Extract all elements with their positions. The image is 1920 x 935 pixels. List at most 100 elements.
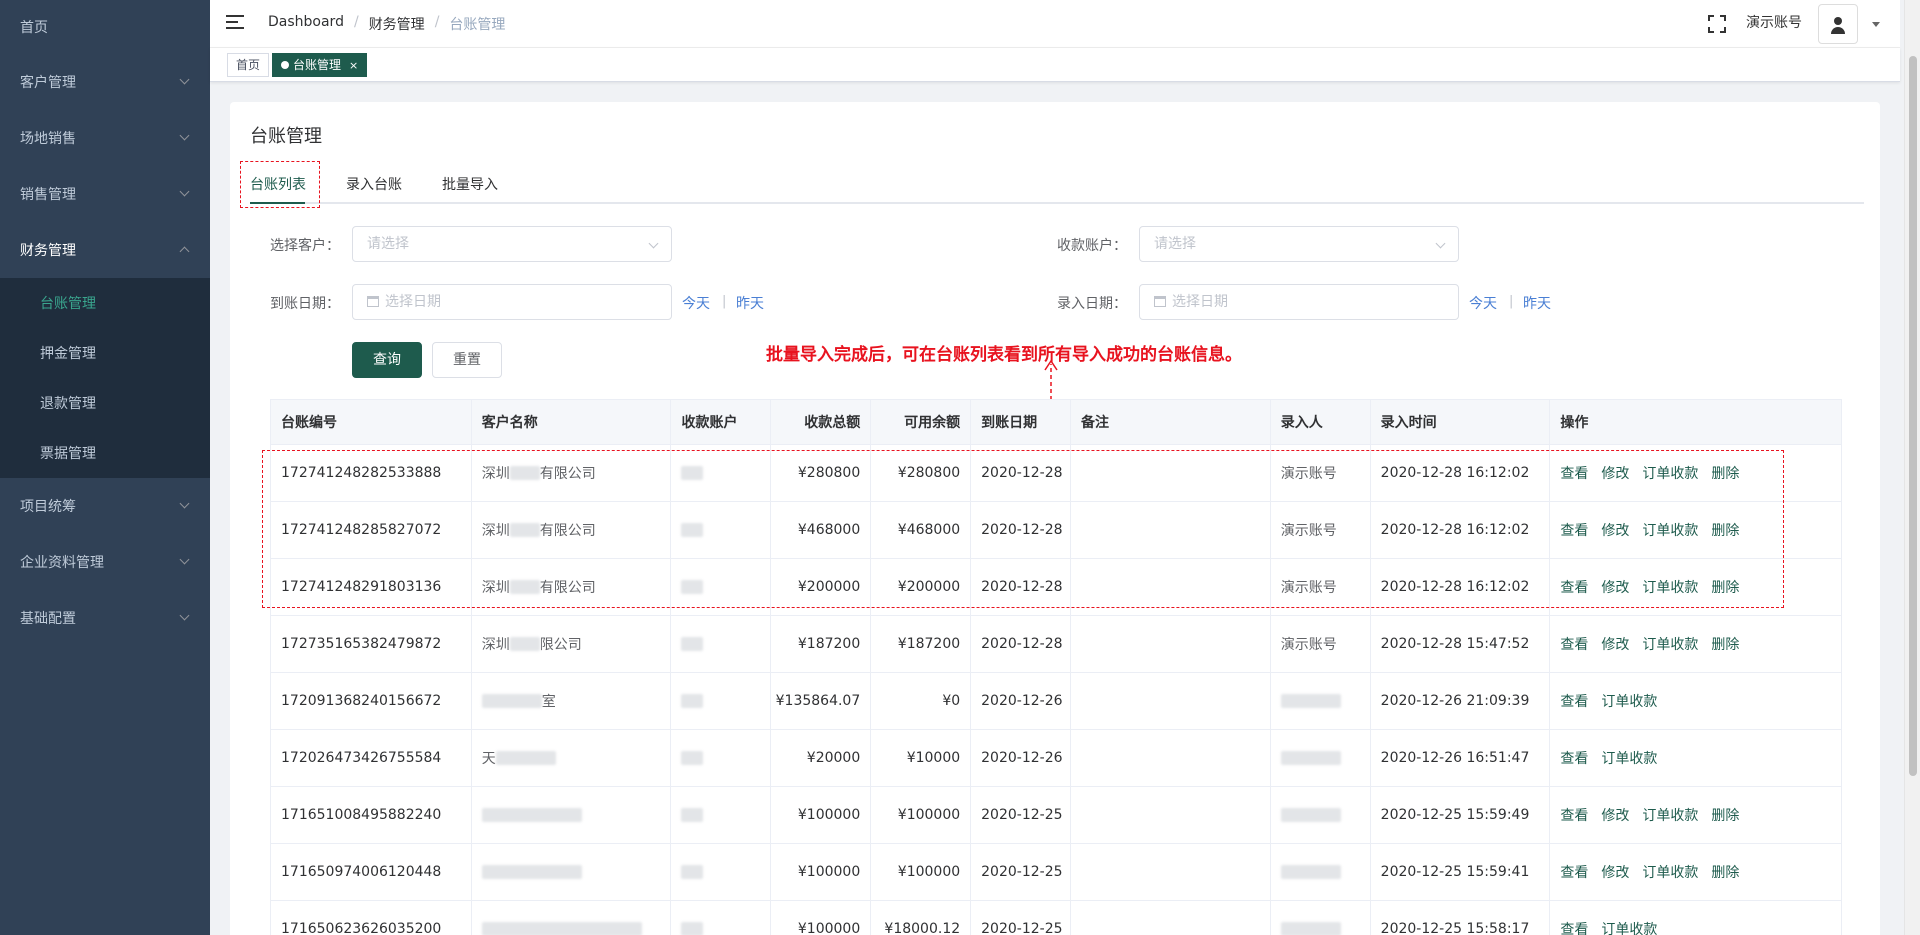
row-action-delete-link[interactable]: 删除: [1711, 805, 1739, 825]
col-header: 操作: [1560, 415, 1589, 431]
caret-down-icon[interactable]: [1872, 21, 1880, 27]
fullscreen-icon[interactable]: [1708, 15, 1726, 33]
row-action-view-link[interactable]: 查看: [1560, 805, 1588, 825]
entry-time-cell: 2020-12-26 16:51:47: [1371, 730, 1551, 786]
row-action-delete-link[interactable]: 删除: [1711, 634, 1739, 654]
entry-today-link[interactable]: 今天: [1469, 293, 1497, 313]
reset-button[interactable]: 重置: [432, 342, 502, 378]
row-action-view-link[interactable]: 查看: [1560, 634, 1588, 654]
tag-home[interactable]: 首页: [227, 53, 270, 77]
sidebar-item-home[interactable]: 首页: [0, 0, 210, 54]
active-dot-icon: [281, 61, 289, 69]
customer-name-cell: [472, 787, 672, 843]
redacted-text: [481, 922, 642, 935]
breadcrumb-finance: 财务管理: [368, 17, 425, 33]
col-header: 收款账户: [671, 400, 772, 444]
sidebar-item-label: 销售管理: [20, 187, 76, 203]
arrival-date-cell: 2020-12-26: [971, 730, 1072, 786]
entered-by-cell: [1271, 901, 1371, 935]
row-action-order-payment-link[interactable]: 订单收款: [1642, 805, 1698, 825]
row-action-delete-link[interactable]: 删除: [1711, 862, 1739, 882]
table-header: 台账编号 客户名称 收款账户 收款总额 可用余额 到账日期 备注 录入人 录入时…: [270, 399, 1842, 445]
account-cell: [671, 844, 772, 900]
hamburger-menu-icon[interactable]: [226, 15, 244, 31]
sidebar-item-projects[interactable]: 项目统筹: [0, 478, 210, 534]
sidebar-item-finance[interactable]: 财务管理: [0, 222, 210, 278]
tab-batch-import[interactable]: 批量导入: [442, 174, 498, 194]
customer-label: 选择客户：: [270, 238, 340, 254]
breadcrumb-dashboard[interactable]: Dashboard: [268, 14, 344, 34]
customer-name-prefix: 深圳: [481, 637, 510, 653]
total-amount-cell: ¥187200: [771, 616, 872, 672]
avatar[interactable]: [1818, 4, 1858, 44]
chevron-down-icon: [179, 74, 190, 85]
breadcrumb-separator: /: [434, 14, 440, 30]
row-action-view-link[interactable]: 查看: [1560, 691, 1588, 711]
customer-name-cell: 深圳 限公司: [472, 616, 672, 672]
arrival-date-cell: 2020-12-26: [971, 673, 1072, 729]
sidebar-item-label: 退款管理: [40, 396, 96, 412]
row-action-edit-link[interactable]: 修改: [1601, 634, 1629, 654]
entry-time-cell: 2020-12-25 15:58:17: [1371, 901, 1551, 935]
chevron-up-icon: [179, 246, 190, 257]
entry-yesterday-link[interactable]: 昨天: [1523, 293, 1551, 313]
page-scrollbar[interactable]: [1904, 0, 1920, 935]
customer-name-cell: [472, 901, 672, 935]
link-separator: |: [722, 294, 727, 309]
sidebar-item-base-config[interactable]: 基础配置: [0, 590, 210, 646]
row-action-order-payment-link[interactable]: 订单收款: [1601, 748, 1657, 768]
col-header: 收款总额: [771, 400, 872, 444]
arrival-date-cell: 2020-12-25: [971, 901, 1072, 935]
actions-cell: 查看 修改 订单收款 删除: [1550, 844, 1841, 900]
account-cell: [671, 730, 772, 786]
sidebar-item-sales[interactable]: 销售管理: [0, 166, 210, 222]
arrival-yesterday-link[interactable]: 昨天: [736, 293, 764, 313]
arrival-date-picker[interactable]: 选择日期: [352, 284, 672, 320]
col-header: 录入人: [1271, 400, 1371, 444]
row-action-view-link[interactable]: 查看: [1560, 862, 1588, 882]
row-action-edit-link[interactable]: 修改: [1601, 805, 1629, 825]
sidebar-item-customers[interactable]: 客户管理: [0, 54, 210, 110]
arrival-today-link[interactable]: 今天: [682, 293, 710, 313]
sidebar-item-deposit[interactable]: 押金管理: [0, 328, 210, 378]
sidebar-item-refund[interactable]: 退款管理: [0, 378, 210, 428]
annotation-rows-box: [262, 450, 1784, 608]
table-row: 172735165382479872 深圳 限公司 ¥187200 ¥187200 202…: [270, 616, 1842, 673]
sidebar-item-label: 客户管理: [20, 75, 76, 91]
tab-add-ledger[interactable]: 录入台账: [346, 174, 402, 194]
sidebar-item-label: 票据管理: [40, 446, 96, 462]
calendar-icon: [367, 296, 379, 307]
tag-ledger[interactable]: 台账管理 ×: [272, 53, 368, 77]
available-balance-cell: ¥100000: [871, 844, 972, 900]
sidebar-item-venue-sales[interactable]: 场地销售: [0, 110, 210, 166]
entry-time-cell: 2020-12-25 15:59:49: [1371, 787, 1551, 843]
row-action-order-payment-link[interactable]: 订单收款: [1642, 862, 1698, 882]
query-button[interactable]: 查询: [352, 342, 422, 378]
row-action-order-payment-link[interactable]: 订单收款: [1601, 919, 1657, 935]
tags-view: 首页 台账管理 ×: [210, 48, 1900, 82]
account-label: 收款账户：: [1057, 238, 1127, 254]
sidebar-item-company-data[interactable]: 企业资料管理: [0, 534, 210, 590]
account-select-placeholder: 请选择: [1154, 236, 1196, 252]
sidebar-item-ledger[interactable]: 台账管理: [0, 278, 210, 328]
account-cell: [671, 787, 772, 843]
redacted-text: [1280, 751, 1341, 765]
sidebar-item-invoice[interactable]: 票据管理: [0, 428, 210, 478]
row-action-order-payment-link[interactable]: 订单收款: [1642, 634, 1698, 654]
account-cell: [671, 901, 772, 935]
scrollbar-thumb[interactable]: [1909, 56, 1917, 776]
entry-date-picker[interactable]: 选择日期: [1139, 284, 1459, 320]
total-amount-cell: ¥100000: [771, 787, 872, 843]
row-action-view-link[interactable]: 查看: [1560, 919, 1588, 935]
row-action-order-payment-link[interactable]: 订单收款: [1601, 691, 1657, 711]
account-select[interactable]: 请选择: [1139, 226, 1459, 262]
row-action-view-link[interactable]: 查看: [1560, 748, 1588, 768]
customer-select[interactable]: 请选择: [352, 226, 672, 262]
col-header: 备注: [1071, 400, 1271, 444]
sidebar-item-label: 财务管理: [20, 243, 76, 259]
chevron-down-icon: [179, 186, 190, 197]
row-action-edit-link[interactable]: 修改: [1601, 862, 1629, 882]
entered-by-cell: 演示账号: [1271, 616, 1371, 672]
close-icon[interactable]: ×: [349, 59, 358, 72]
col-header: 客户名称: [472, 400, 672, 444]
